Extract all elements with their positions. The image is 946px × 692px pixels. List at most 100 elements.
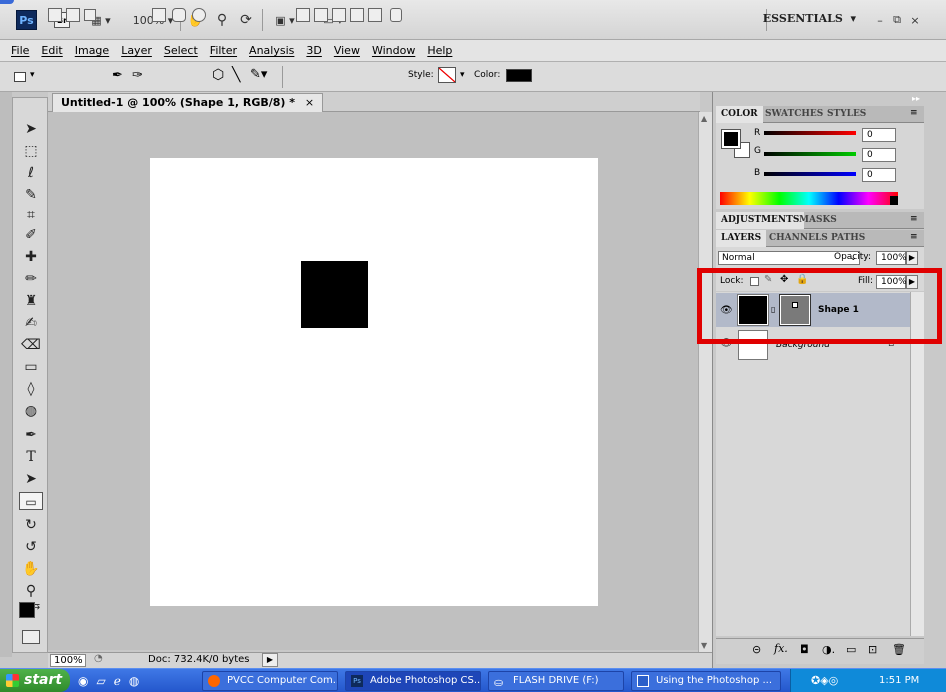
color-fg-swatch[interactable] — [721, 129, 741, 149]
tab-adjustments[interactable]: ADJUSTMENTS — [716, 212, 805, 229]
healing-brush-tool-icon[interactable]: ✚ — [19, 248, 43, 266]
hand-tool-panel-icon[interactable]: ✋ — [19, 560, 43, 578]
task-pvcc-browser[interactable]: PVCC Computer Com... — [202, 671, 338, 691]
menu-filter[interactable]: Filter — [210, 44, 237, 57]
line-option-icon[interactable]: ╲ — [232, 67, 240, 83]
channel-slider-r[interactable] — [764, 131, 856, 135]
foreground-color-swatch[interactable] — [19, 602, 35, 618]
scroll-up-icon[interactable]: ▲ — [701, 114, 707, 123]
polygon-option-icon[interactable]: ⬡ — [212, 67, 224, 83]
tab-layers[interactable]: LAYERS — [716, 230, 767, 247]
status-zoom-field[interactable]: 100% — [50, 654, 86, 667]
minimize-button[interactable]: – — [874, 10, 886, 30]
menu-select[interactable]: Select — [164, 44, 198, 57]
document-tab-close-icon[interactable]: × — [305, 96, 314, 109]
marquee-tool-icon[interactable]: ⬚ — [19, 142, 43, 160]
mask-icon[interactable]: ◘ — [800, 643, 809, 656]
3d-rotate-tool-icon[interactable]: ↻ — [19, 516, 43, 534]
scroll-down-icon[interactable]: ▼ — [701, 641, 707, 650]
layers-panel-menu-icon[interactable]: ≡ — [910, 232, 918, 242]
create-new-shape-icon[interactable] — [296, 8, 310, 22]
fill-pixels-mode-icon[interactable] — [84, 9, 96, 21]
tab-channels[interactable]: CHANNELS — [764, 230, 833, 247]
adjustments-panel-menu-icon[interactable]: ≡ — [910, 214, 918, 224]
menu-edit[interactable]: Edit — [41, 44, 62, 57]
channel-value-b[interactable]: 0 — [862, 168, 896, 182]
photoshop-logo[interactable]: Ps — [16, 10, 37, 30]
menu-layer[interactable]: Layer — [121, 44, 152, 57]
tool-preset-icon[interactable] — [14, 72, 26, 82]
color-spectrum-bar[interactable] — [720, 192, 898, 205]
fx-icon[interactable]: fx. — [774, 642, 788, 655]
spectrum-black-swatch[interactable] — [890, 196, 898, 205]
color-swatch[interactable] — [506, 69, 532, 82]
tab-masks[interactable]: MASKS — [794, 212, 842, 229]
subtract-shape-icon[interactable] — [332, 8, 346, 22]
menu-help[interactable]: Help — [427, 44, 452, 57]
task-word-document[interactable]: Using the Photoshop ... — [631, 671, 781, 691]
exclude-shape-icon[interactable] — [368, 8, 382, 22]
tray-icons[interactable]: ✪◈◎ — [811, 669, 838, 692]
task-flash-drive[interactable]: ⛀ FLASH DRIVE (F:) — [488, 671, 624, 691]
black-square-shape[interactable] — [301, 261, 368, 328]
folder-icon[interactable]: ▱ — [96, 674, 105, 688]
link-style-icon[interactable] — [390, 8, 402, 22]
channel-value-r[interactable]: 0 — [862, 128, 896, 142]
path-selection-tool-icon[interactable]: ➤ — [19, 470, 43, 488]
intersect-shape-icon[interactable] — [350, 8, 364, 22]
color-panel-menu-icon[interactable]: ≡ — [910, 108, 918, 118]
brush-tool-icon[interactable]: ✏ — [19, 270, 43, 288]
gradient-tool-icon[interactable]: ▭ — [19, 358, 43, 376]
quick-mask-icon[interactable] — [22, 630, 40, 644]
tab-paths[interactable]: PATHS — [826, 230, 870, 247]
menu-image[interactable]: Image — [75, 44, 109, 57]
rounded-rectangle-option-icon[interactable] — [172, 8, 186, 22]
menu-analysis[interactable]: Analysis — [249, 44, 294, 57]
canvas-vertical-scrollbar[interactable]: ▲ ▼ — [698, 112, 712, 652]
firefox-icon[interactable]: ◍ — [129, 674, 139, 688]
tab-swatches[interactable]: SWATCHES — [760, 106, 828, 123]
channel-value-g[interactable]: 0 — [862, 148, 896, 162]
channel-slider-b[interactable] — [764, 172, 856, 176]
move-tool-icon[interactable]: ➤ — [19, 120, 43, 138]
clone-stamp-tool-icon[interactable]: ♜ — [19, 292, 43, 310]
paths-mode-icon[interactable] — [66, 8, 80, 22]
menu-window[interactable]: Window — [372, 44, 415, 57]
opacity-arrow-icon[interactable]: ▶ — [906, 251, 918, 265]
start-button[interactable]: start — [0, 669, 70, 692]
type-tool-icon[interactable]: T — [19, 448, 43, 466]
style-dropdown-icon[interactable]: ▾ — [460, 70, 465, 80]
tab-color[interactable]: COLOR — [716, 106, 763, 123]
history-brush-tool-icon[interactable]: ✍ — [19, 314, 43, 332]
quick-selection-tool-icon[interactable]: ✎ — [19, 186, 43, 204]
dodge-tool-icon[interactable]: ◍ — [19, 402, 43, 420]
adjustment-icon[interactable]: ◑. — [822, 643, 835, 656]
link-icon[interactable]: ⊝ — [752, 643, 761, 656]
status-info-icon[interactable]: ◔ — [94, 653, 103, 664]
menu-3d[interactable]: 3D — [306, 44, 321, 57]
status-menu-arrow-icon[interactable]: ▶ — [262, 653, 278, 667]
style-swatch[interactable] — [438, 67, 456, 83]
tab-styles[interactable]: STYLES — [822, 106, 871, 123]
pen-tool-icon[interactable]: ✒ — [19, 426, 43, 444]
task-photoshop[interactable]: Ps Adobe Photoshop CS... — [345, 671, 481, 691]
shape-layers-mode-icon[interactable] — [48, 8, 62, 22]
trash-icon[interactable]: 🗑 — [892, 643, 906, 656]
freeform-pen-option-icon[interactable]: ✑ — [132, 68, 143, 83]
rotate-view-icon[interactable]: ⟳ — [238, 10, 254, 30]
tool-preset-dropdown-icon[interactable]: ▾ — [30, 70, 35, 80]
shape-tool-icon[interactable]: ▭ — [19, 492, 43, 510]
crop-tool-icon[interactable]: ⌗ — [19, 206, 43, 224]
eyedropper-tool-icon[interactable]: ✐ — [19, 226, 43, 244]
ie-icon[interactable]: ℯ — [114, 674, 121, 688]
new-layer-icon[interactable]: ⊡ — [868, 643, 877, 656]
custom-shape-option-icon[interactable]: ✎▾ — [250, 67, 267, 82]
menu-file[interactable]: File — [11, 44, 29, 57]
menu-view[interactable]: View — [334, 44, 360, 57]
group-icon[interactable]: ▭ — [846, 643, 856, 656]
workspace-switcher[interactable]: ESSENTIALS ▾ — [763, 12, 856, 25]
ellipse-option-icon[interactable] — [192, 8, 206, 22]
show-desktop-icon[interactable]: ◉ — [78, 674, 88, 688]
blur-tool-icon[interactable]: ◊ — [19, 380, 43, 398]
zoom-tool-icon[interactable]: ⚲ — [214, 10, 230, 30]
